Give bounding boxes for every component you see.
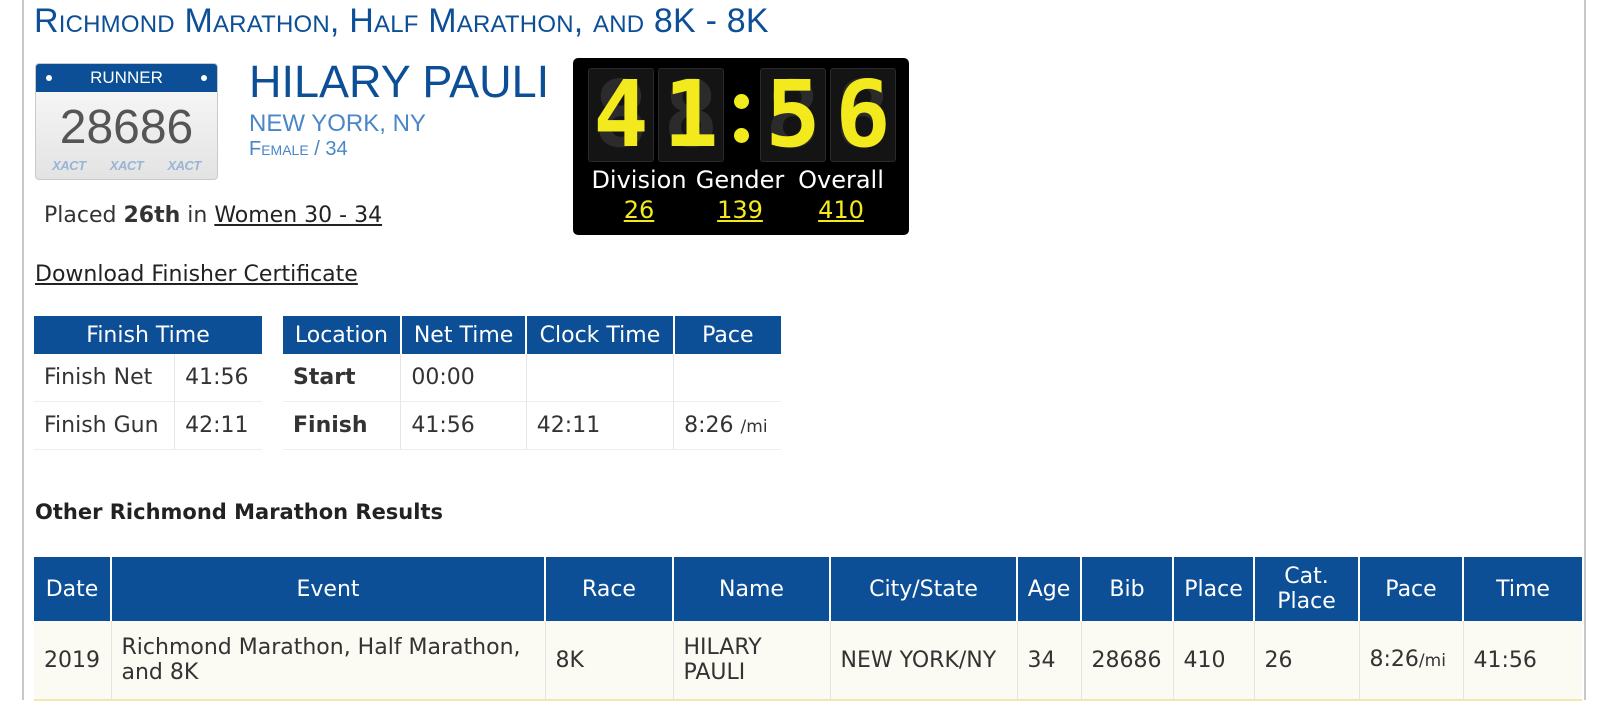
- column-header-cat-place[interactable]: Cat. Place: [1254, 557, 1360, 621]
- bib-brand-logo: XACT: [167, 158, 201, 173]
- division-rank-link[interactable]: 26: [624, 196, 655, 224]
- division-label: Division: [591, 166, 687, 194]
- division-rank: Division 26: [584, 166, 694, 224]
- split-location: Start: [283, 354, 402, 402]
- split-pace: [673, 354, 781, 402]
- finish-time-header: Finish Time: [34, 316, 262, 354]
- table-row: Finish Net 41:56: [34, 354, 262, 402]
- download-certificate-link[interactable]: Download Finisher Certificate: [35, 262, 358, 287]
- table-row: Finish Gun 42:11: [34, 401, 262, 450]
- result-event: Richmond Marathon, Half Marathon, and 8K: [111, 621, 546, 701]
- other-results-table: Date Event Race Name City/State Age Bib …: [34, 557, 1582, 701]
- runner-bib: RUNNER 28686 XACT XACT XACT: [35, 63, 218, 180]
- split-pace: 8:26 /mi: [673, 401, 781, 450]
- gender-rank: Gender 139: [685, 166, 795, 224]
- result-cat-place: 26: [1254, 621, 1360, 701]
- split-pace-unit: /mi: [740, 417, 768, 437]
- placement-summary: Placed 26th in Women 30 - 34: [44, 203, 382, 228]
- result-pace: 8:26/mi: [1359, 621, 1464, 701]
- bib-header-label: RUNNER: [90, 68, 163, 87]
- column-header-city-state[interactable]: City/State: [830, 557, 1018, 621]
- bib-pin-dot: [46, 75, 52, 81]
- finish-type: Finish Net: [34, 354, 176, 402]
- overall-rank: Overall 410: [786, 166, 896, 224]
- column-header-pace: Pace: [673, 316, 781, 354]
- finish-value: 41:56: [174, 354, 262, 402]
- column-header-pace[interactable]: Pace: [1359, 557, 1464, 621]
- scoreboard-digit: 86: [830, 68, 896, 162]
- column-header-clock-time: Clock Time: [526, 316, 675, 354]
- result-date: 2019: [34, 621, 112, 701]
- runner-city: NEW YORK, NY: [249, 110, 426, 137]
- scoreboard-digit: 81: [658, 68, 724, 162]
- page-left-border: [22, 0, 24, 700]
- bib-header: RUNNER: [36, 64, 217, 92]
- column-header-net-time: Net Time: [400, 316, 528, 354]
- splits-table: Location Net Time Clock Time Pace Start …: [283, 316, 781, 450]
- result-place: 410: [1173, 621, 1255, 701]
- column-header-name[interactable]: Name: [673, 557, 831, 621]
- bib-brand-strip: XACT XACT XACT: [36, 158, 217, 173]
- split-clock-time: 42:11: [526, 401, 675, 450]
- scoreboard-colon-dot: [734, 128, 749, 143]
- column-header-age[interactable]: Age: [1017, 557, 1082, 621]
- page-right-border: [1584, 0, 1586, 700]
- column-header-location: Location: [283, 316, 402, 354]
- bib-brand-logo: XACT: [109, 158, 144, 173]
- table-row: Finish 41:56 42:11 8:26 /mi: [283, 401, 781, 450]
- runner-gender-age: Female / 34: [249, 138, 348, 160]
- event-title: Richmond Marathon, Half Marathon, and 8K…: [34, 2, 769, 40]
- split-net-time: 41:56: [400, 401, 527, 450]
- other-results-title: Other Richmond Marathon Results: [35, 500, 443, 524]
- column-header-bib[interactable]: Bib: [1081, 557, 1174, 621]
- time-scoreboard: 84 81 85 86 Division 26 Gender 139 Overa…: [573, 58, 909, 235]
- gender-rank-link[interactable]: 139: [717, 196, 763, 224]
- split-location: Finish: [283, 401, 402, 450]
- column-header-event[interactable]: Event: [111, 557, 546, 621]
- finish-type: Finish Gun: [34, 401, 176, 450]
- result-pace-unit: /mi: [1418, 650, 1446, 671]
- bib-number: 28686: [59, 101, 194, 154]
- bib-brand-logo: XACT: [52, 158, 86, 173]
- scoreboard-digit: 84: [588, 68, 654, 162]
- table-row: Start 00:00: [283, 354, 781, 402]
- placement-mid: in: [187, 203, 208, 228]
- result-time: 41:56: [1463, 621, 1582, 701]
- placement-rank: 26th: [123, 203, 181, 228]
- scoreboard-digit: 85: [760, 68, 826, 162]
- split-net-time: 00:00: [400, 354, 527, 402]
- column-header-time[interactable]: Time: [1463, 557, 1582, 621]
- column-header-place[interactable]: Place: [1173, 557, 1255, 621]
- result-pace-value: 8:26: [1369, 646, 1419, 672]
- split-pace-value: 8:26: [684, 413, 734, 438]
- division-link[interactable]: Women 30 - 34: [214, 203, 382, 228]
- overall-rank-link[interactable]: 410: [818, 196, 864, 224]
- placement-prefix: Placed: [44, 203, 117, 228]
- column-header-race[interactable]: Race: [545, 557, 674, 621]
- column-header-date[interactable]: Date: [34, 557, 112, 621]
- gender-label: Gender: [695, 166, 785, 194]
- result-race: 8K: [545, 621, 674, 701]
- result-bib: 28686: [1081, 621, 1174, 701]
- result-age: 34: [1017, 621, 1082, 701]
- runner-name: HILARY PAULI: [249, 56, 550, 107]
- finish-time-table: Finish Time Finish Net 41:56 Finish Gun …: [34, 316, 262, 450]
- scoreboard-digits: 84 81 85 86: [588, 68, 896, 162]
- scoreboard-colon-dot: [734, 94, 749, 109]
- overall-label: Overall: [798, 166, 884, 194]
- result-city-state: NEW YORK/NY: [830, 621, 1018, 701]
- finish-value: 42:11: [174, 401, 262, 450]
- result-name: HILARY PAULI: [673, 621, 831, 701]
- split-clock-time: [526, 354, 675, 402]
- table-row[interactable]: 2019 Richmond Marathon, Half Marathon, a…: [34, 621, 1582, 701]
- bib-pin-dot: [201, 75, 207, 81]
